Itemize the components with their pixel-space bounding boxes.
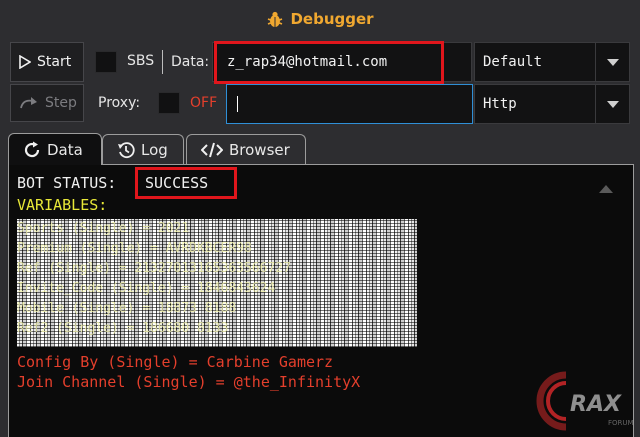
- tab-data[interactable]: Data: [8, 133, 102, 165]
- data-type-dropdown-button[interactable]: [595, 43, 629, 81]
- data-type-select[interactable]: Default: [474, 42, 630, 82]
- refresh-icon: [24, 141, 40, 157]
- tab-data-label: Data: [47, 140, 83, 159]
- sbs-label: SBS: [127, 53, 155, 69]
- proxy-state: OFF: [190, 95, 218, 111]
- highlight-status-box: [135, 167, 237, 199]
- redacted-line: Mobile (Single) = 18873 8188: [17, 301, 237, 316]
- tab-browser[interactable]: Browser: [186, 134, 306, 164]
- tab-log[interactable]: Log: [102, 134, 184, 164]
- chevron-down-icon: [606, 58, 619, 66]
- step-button[interactable]: Step: [10, 84, 84, 122]
- crax-watermark-logo: RAX FORUM: [536, 371, 634, 431]
- redacted-line: Premium (Single) = AVRDKBCER98: [17, 241, 252, 256]
- history-icon: [118, 141, 135, 158]
- redacted-line: Ref2 (Single) = 186680 8133: [17, 321, 229, 336]
- watermark-subtext: FORUM: [608, 419, 634, 427]
- bug-icon: [268, 11, 283, 27]
- step-redo-icon: [20, 97, 37, 109]
- tab-browser-label: Browser: [229, 140, 290, 159]
- watermark-text: RAX: [570, 392, 622, 417]
- toolbar-divider: [162, 50, 163, 74]
- proxy-type-selected: Http: [483, 96, 517, 112]
- scroll-up-arrow[interactable]: [599, 185, 613, 193]
- code-icon: [201, 142, 223, 157]
- proxy-type-select[interactable]: Http: [474, 84, 630, 124]
- data-label: Data:: [171, 54, 210, 70]
- redacted-line: Invite_Code (Single) = 1846843624: [17, 281, 276, 296]
- proxy-input[interactable]: [226, 84, 473, 124]
- chevron-down-icon: [606, 100, 619, 108]
- sbs-checkbox[interactable]: [95, 51, 117, 73]
- start-button-label: Start: [37, 54, 72, 70]
- bot-status-prefix: BOT STATUS:: [17, 174, 126, 192]
- data-type-selected: Default: [483, 54, 543, 70]
- highlight-data-box: [214, 41, 444, 84]
- proxy-checkbox[interactable]: [158, 92, 180, 114]
- window-title: Debugger: [290, 10, 374, 28]
- step-button-label: Step: [45, 95, 77, 111]
- proxy-label: Proxy:: [98, 95, 141, 111]
- proxy-type-dropdown-button[interactable]: [595, 85, 629, 123]
- redacted-line: Sports (Single) = 2021: [17, 221, 190, 236]
- text-caret: [237, 96, 238, 112]
- title-bar: Debugger: [0, 0, 640, 38]
- config-by-line: Config By (Single) = Carbine Gamerz: [17, 353, 334, 371]
- play-icon: [19, 55, 31, 69]
- redacted-variables-image: Sports (Single) = 2021 Premium (Single) …: [17, 219, 417, 347]
- tab-log-label: Log: [141, 140, 168, 159]
- start-button[interactable]: Start: [10, 42, 84, 82]
- join-channel-line: Join Channel (Single) = @the_InfinityX: [17, 373, 361, 391]
- redacted-line: Ref (Single) = 21327013165363566727: [17, 261, 291, 276]
- variables-header: VARIABLES:: [17, 196, 108, 214]
